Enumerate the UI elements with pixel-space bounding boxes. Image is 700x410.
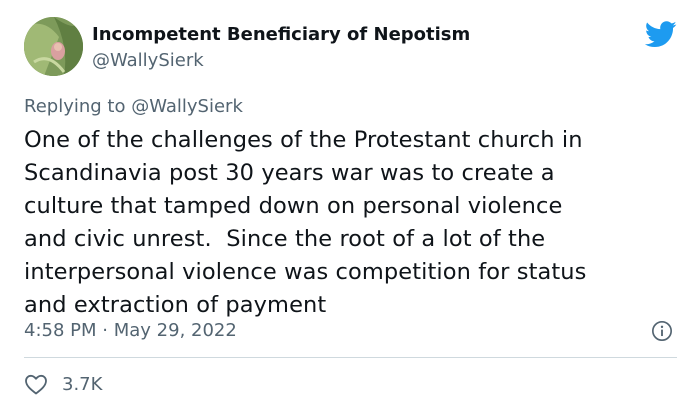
twitter-bird-icon[interactable] <box>645 21 677 48</box>
tweet-text-line: One of the challenges of the Protestant … <box>24 127 583 153</box>
avatar[interactable] <box>24 17 83 76</box>
meta-separator: · <box>102 320 108 341</box>
author-handle[interactable]: @WallySierk <box>92 50 204 71</box>
info-icon[interactable] <box>651 320 673 342</box>
like-button[interactable]: 3.7K <box>24 372 102 396</box>
author-display-name[interactable]: Incompetent Beneficiary of Nepotism <box>92 24 470 45</box>
replying-prefix: Replying to <box>24 96 126 117</box>
tweet-text-line: Scandinavia post 30 years war was to cre… <box>24 160 555 186</box>
replying-to-label: Replying to @WallySierk <box>24 96 243 117</box>
tweet-date: May 29, 2022 <box>113 320 237 341</box>
like-count: 3.7K <box>62 373 103 395</box>
tweet-text-line: interpersonal violence was competition f… <box>24 259 587 285</box>
tweet-card: Incompetent Beneficiary of Nepotism @Wal… <box>0 0 700 410</box>
reply-mention-link[interactable]: @WallySierk <box>131 96 243 117</box>
tweet-text-line: culture that tamped down on personal vio… <box>24 193 563 219</box>
tweet-text-line: and extraction of payment <box>24 292 327 318</box>
divider <box>24 357 677 358</box>
avatar-image <box>24 17 83 76</box>
tweet-time: 4:58 PM <box>24 320 97 341</box>
tweet-text: One of the challenges of the Protestant … <box>24 124 684 322</box>
heart-icon <box>25 374 47 395</box>
tweet-text-line: and civic unrest. Since the root of a lo… <box>24 226 546 252</box>
tweet-timestamp[interactable]: 4:58 PM · May 29, 2022 <box>24 320 237 341</box>
